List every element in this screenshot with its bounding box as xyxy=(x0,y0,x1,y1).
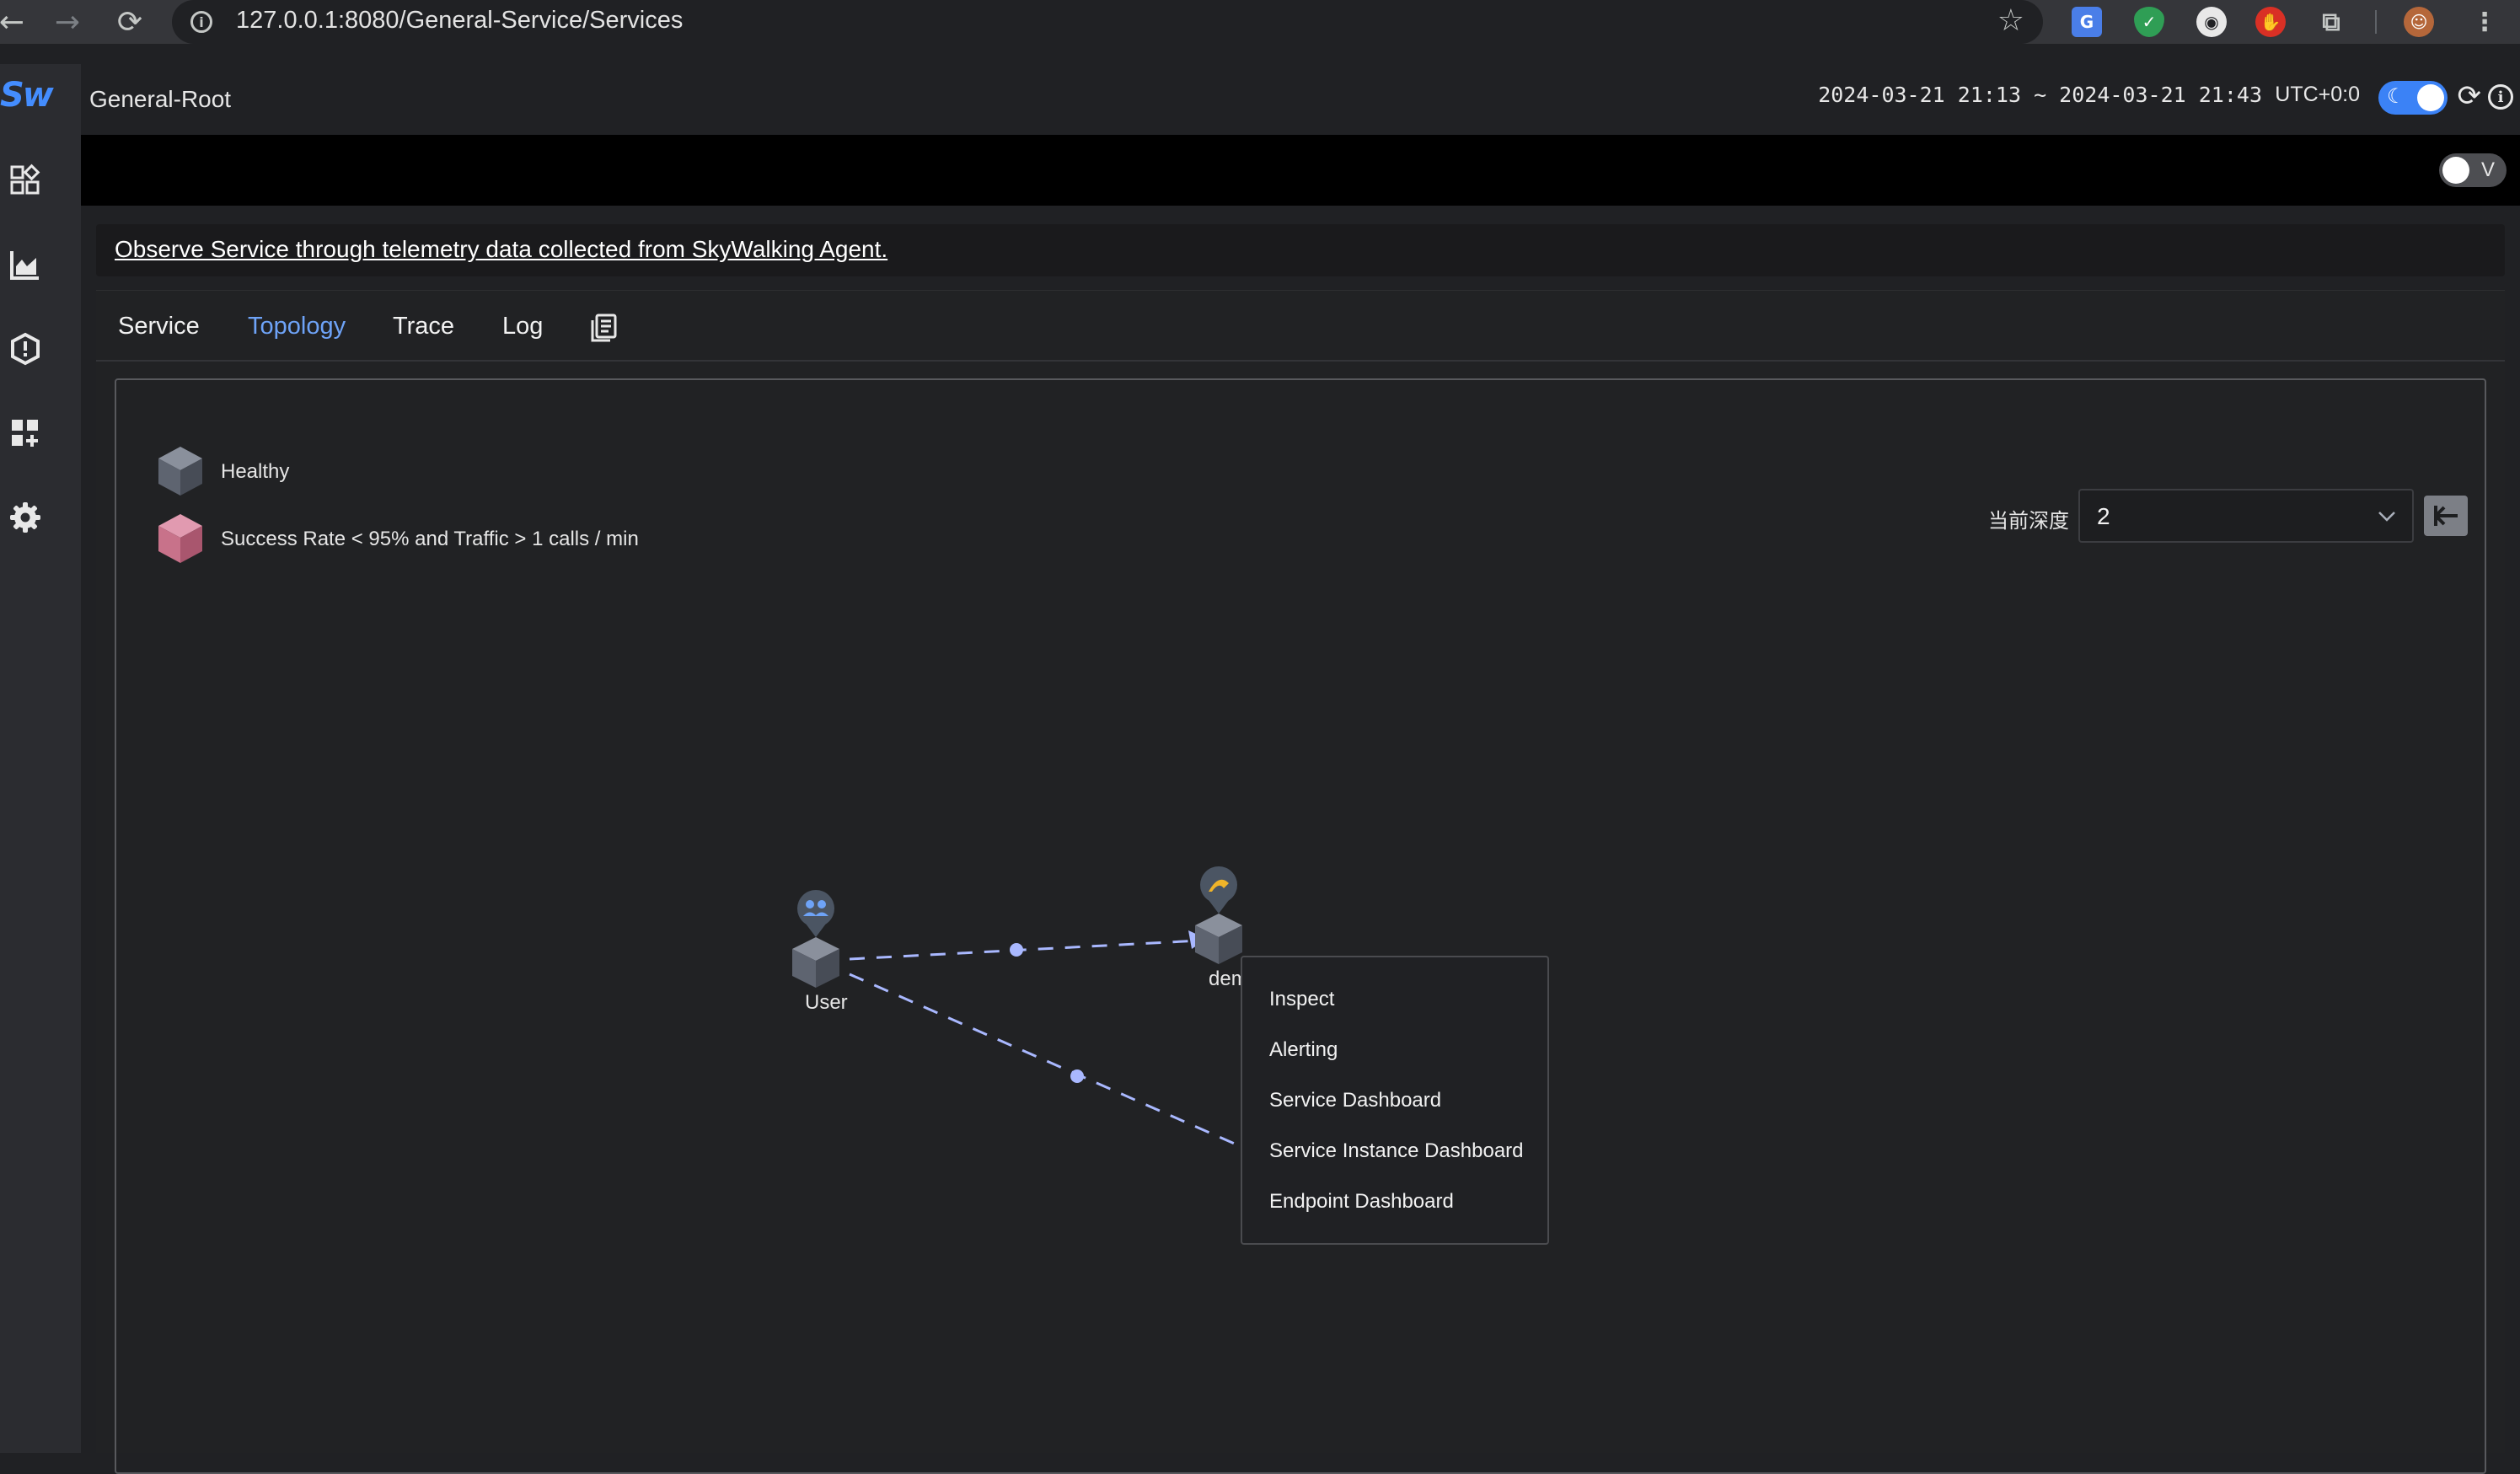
legend-unhealthy-label: Success Rate < 95% and Traffic > 1 calls… xyxy=(221,528,639,550)
edge-user-to-offscreen[interactable] xyxy=(849,973,1245,1150)
menu-item-service-instance-dashboard[interactable]: Service Instance Dashboard xyxy=(1269,1139,1524,1163)
chevron-down-icon xyxy=(2378,512,2395,522)
legend-unhealthy-cube-icon xyxy=(158,514,202,563)
arrow-left-icon xyxy=(2434,506,2458,526)
user-node-label: User xyxy=(805,991,848,1014)
depth-select-value: 2 xyxy=(2097,503,2110,529)
node-context-menu: Inspect Alerting Service Dashboard Servi… xyxy=(1241,956,1549,1245)
legend-healthy-label: Healthy xyxy=(221,460,290,483)
back-button[interactable] xyxy=(2424,496,2468,536)
menu-item-service-dashboard[interactable]: Service Dashboard xyxy=(1269,1089,1441,1112)
menu-item-endpoint-dashboard[interactable]: Endpoint Dashboard xyxy=(1269,1190,1454,1214)
user-node[interactable] xyxy=(792,890,839,988)
legend-healthy-cube-icon xyxy=(158,447,202,496)
service-node[interactable] xyxy=(1195,866,1242,964)
menu-item-alerting[interactable]: Alerting xyxy=(1269,1038,1338,1062)
edge-user-to-service[interactable] xyxy=(849,930,1207,961)
depth-label: 当前深度 xyxy=(1988,510,2069,533)
depth-select[interactable]: 2 xyxy=(2078,489,2414,543)
menu-item-inspect[interactable]: Inspect xyxy=(1269,988,1334,1011)
service-node-label: dem xyxy=(1209,967,1242,990)
